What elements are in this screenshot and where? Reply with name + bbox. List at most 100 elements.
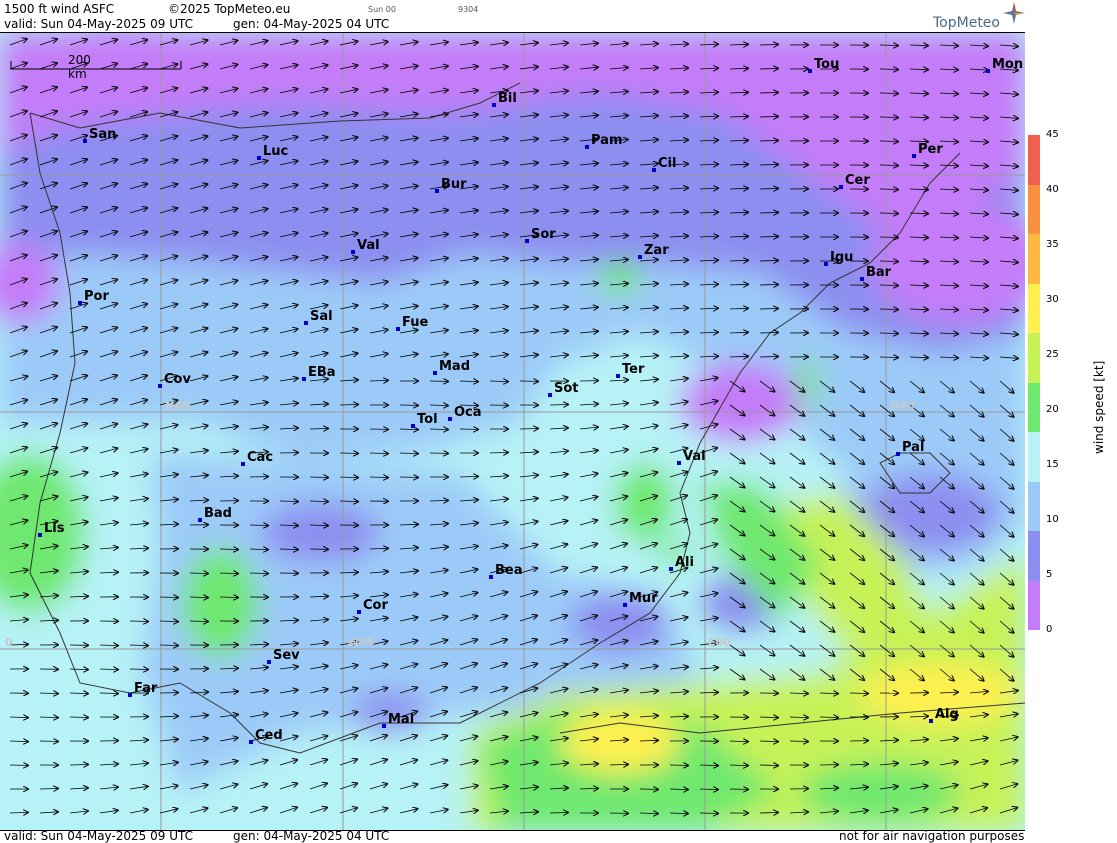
city-label: Bar <box>866 265 892 280</box>
city-label: Por <box>84 289 109 304</box>
city-marker <box>548 393 552 397</box>
legend-tick-label: 45 <box>1046 129 1059 140</box>
legend-swatch <box>1028 283 1040 333</box>
legend-tick-label: 40 <box>1046 184 1059 195</box>
wind-arrow <box>339 405 358 406</box>
grid-label-n40-right: N40 <box>890 399 915 412</box>
city-label: Sal <box>310 309 333 324</box>
wind-arrow <box>129 669 148 670</box>
wind-arrow <box>879 69 898 70</box>
legend-swatch <box>1028 481 1040 531</box>
city-per: Per <box>912 142 943 158</box>
city-label: Zar <box>644 243 669 258</box>
wind-arrow <box>759 765 778 766</box>
wind-arrow <box>759 165 778 166</box>
wind-arrow <box>879 309 898 310</box>
city-label: Cor <box>363 598 388 613</box>
city-marker <box>304 321 308 325</box>
city-tol: Tol <box>411 412 438 428</box>
legend-tick-label: 35 <box>1046 239 1059 250</box>
city-marker <box>492 103 496 107</box>
city-cov: Cov <box>158 372 191 388</box>
city-val: Val <box>677 449 706 465</box>
city-label: EBa <box>308 365 336 380</box>
wind-arrow <box>759 333 778 334</box>
city-marker <box>448 417 452 421</box>
city-label: Alg <box>935 707 959 722</box>
wind-arrow <box>69 717 88 718</box>
wind-speed-shading <box>0 33 1025 830</box>
city-lis: Lis <box>38 521 65 537</box>
city-cer: Cer <box>839 173 870 189</box>
city-label: Val <box>683 449 706 464</box>
city-sev: Sev <box>267 648 300 664</box>
city-label: Mur <box>629 591 658 606</box>
city-marker <box>433 371 437 375</box>
city-label: San <box>89 127 117 142</box>
city-marker <box>652 168 656 172</box>
city-label: Fue <box>402 315 429 330</box>
city-label: Bil <box>498 91 517 106</box>
city-mad: Mad <box>433 359 470 375</box>
legend-swatch <box>1028 531 1040 581</box>
city-bar: Bar <box>860 265 892 281</box>
city-oca: Oca <box>448 405 482 421</box>
wind-arrow <box>99 693 118 694</box>
wind-arrow <box>879 141 898 142</box>
city-marker <box>929 719 933 723</box>
city-marker <box>38 533 42 537</box>
legend-swatch <box>1028 135 1040 185</box>
city-marker <box>669 567 673 571</box>
wind-arrow <box>309 429 328 430</box>
city-mal: Mal <box>382 712 414 728</box>
city-label: Igu <box>830 250 854 265</box>
city-sal: Sal <box>304 309 333 325</box>
compass-star-icon <box>1003 2 1025 24</box>
wind-arrow <box>549 405 568 406</box>
city-far: Far <box>128 681 157 697</box>
chart-code: 9304 <box>458 5 479 14</box>
city-marker <box>585 145 589 149</box>
city-label: Cac <box>247 450 274 465</box>
city-marker <box>896 452 900 456</box>
city-marker <box>351 250 355 254</box>
legend-tick-label: 20 <box>1046 404 1059 415</box>
wind-arrow <box>219 597 238 598</box>
copyright: ©2025 TopMeteo.eu <box>168 2 291 16</box>
wind-arrow <box>759 285 778 286</box>
wind-arrow <box>159 597 178 598</box>
city-bil: Bil <box>492 91 517 107</box>
city-marker <box>860 277 864 281</box>
city-marker <box>78 301 82 305</box>
valid-time: valid: Sun 04-May-2025 09 UTC <box>4 17 193 31</box>
city-label: Lis <box>44 521 65 536</box>
city-cor: Cor <box>357 598 388 614</box>
city-ali: Ali <box>669 555 694 571</box>
city-label: Bea <box>495 563 523 578</box>
city-tou: Tou <box>808 57 839 73</box>
grid-label-n40-left: N40 <box>165 399 190 412</box>
wind-arrow <box>759 357 778 358</box>
wind-arrow <box>879 93 898 94</box>
wind-arrow <box>759 237 778 238</box>
legend-swatch <box>1028 184 1040 234</box>
city-bea: Bea <box>489 563 523 579</box>
city-bad: Bad <box>198 506 232 522</box>
city-label: Cer <box>845 173 870 188</box>
city-label: Sev <box>273 648 300 663</box>
wind-field <box>0 33 1025 830</box>
city-ter: Ter <box>616 362 644 378</box>
city-marker <box>839 185 843 189</box>
legend-swatch <box>1028 333 1040 383</box>
wind-arrow <box>759 93 778 94</box>
city-marker <box>357 610 361 614</box>
footer-generated-time: gen: 04-May-2025 04 UTC <box>233 829 390 843</box>
wind-arrow <box>759 141 778 142</box>
city-marker <box>267 660 271 664</box>
city-zar: Zar <box>638 243 669 259</box>
day-code: Sun 00 <box>368 5 396 14</box>
city-marker <box>525 239 529 243</box>
wind-arrow <box>759 813 778 814</box>
wind-arrow <box>759 309 778 310</box>
city-marker <box>158 384 162 388</box>
